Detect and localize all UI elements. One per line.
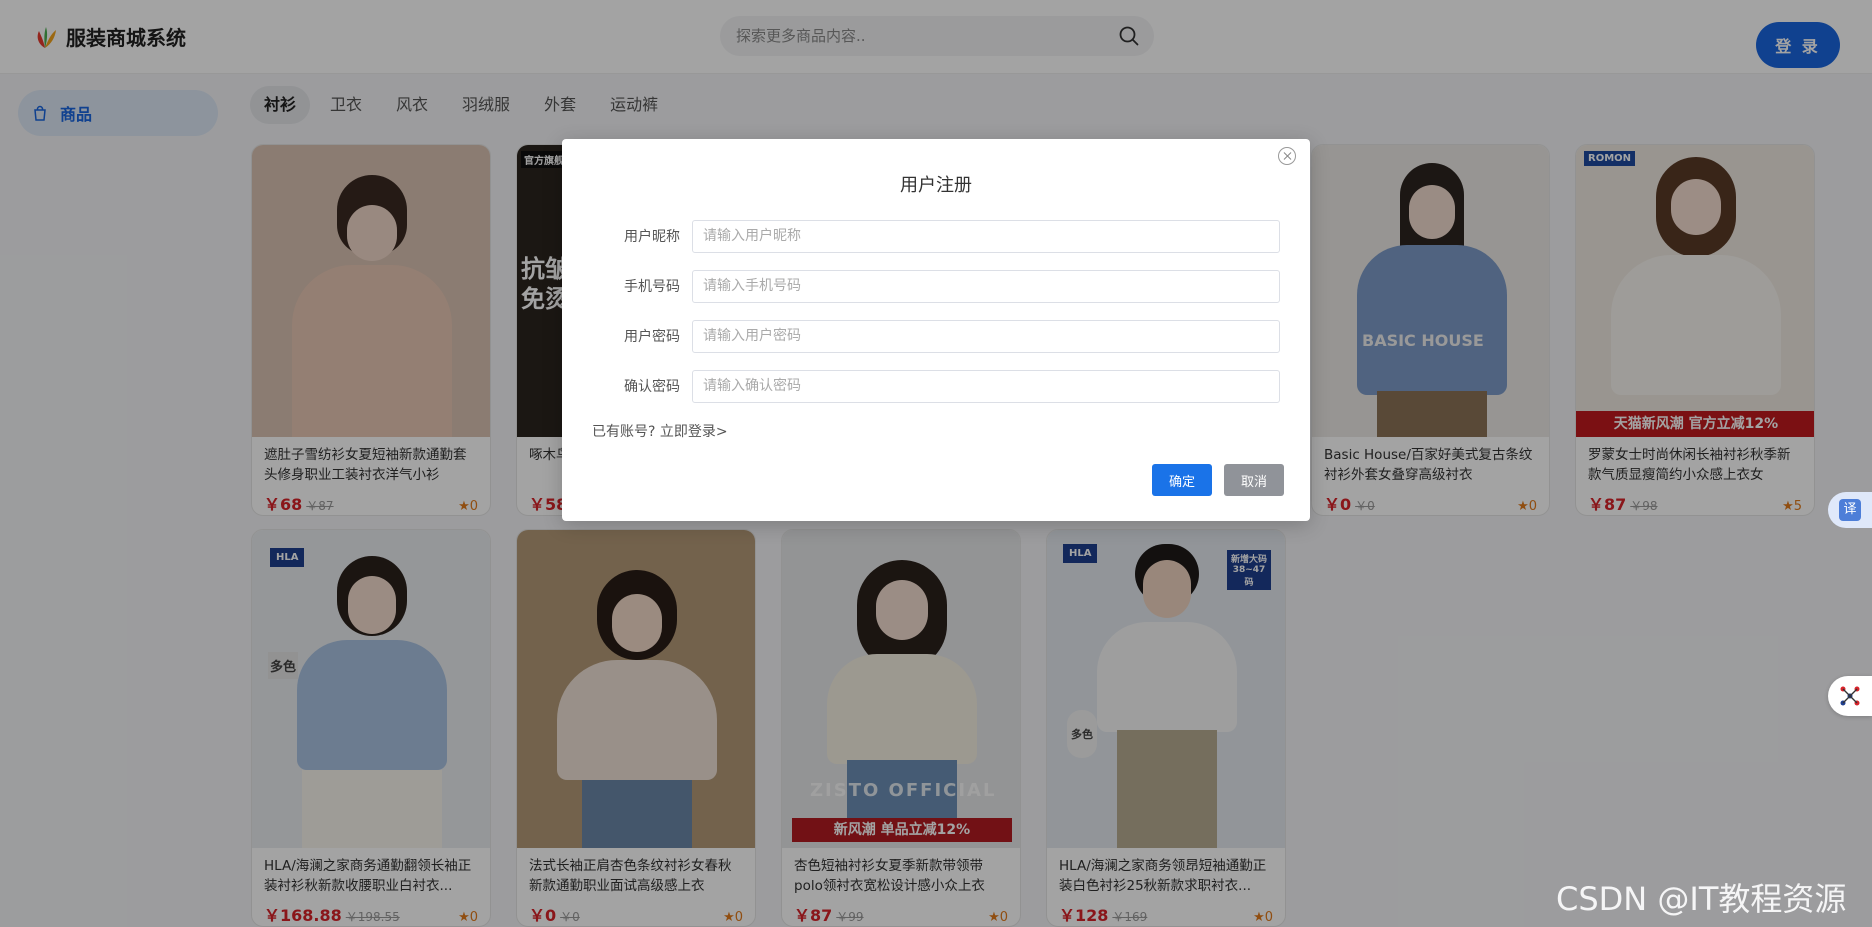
phone-input[interactable] (692, 269, 1280, 303)
password-row: 用户密码 (592, 319, 1282, 353)
nickname-input[interactable] (692, 219, 1280, 253)
watermark: CSDN @IT教程资源 (1556, 880, 1847, 918)
close-icon[interactable] (1278, 147, 1296, 165)
nickname-label: 用户昵称 (624, 229, 680, 245)
phone-label: 手机号码 (624, 279, 680, 295)
translate-button[interactable]: 译 (1828, 492, 1872, 528)
assistant-button[interactable] (1828, 676, 1872, 716)
confirm-button[interactable]: 确定 (1152, 464, 1212, 496)
password-label: 用户密码 (624, 329, 680, 345)
dialog-title: 用户注册 (900, 175, 972, 196)
confirm-password-row: 确认密码 (592, 369, 1282, 403)
nickname-row: 用户昵称 (592, 219, 1282, 253)
login-prompt-text: 已有账号? (592, 424, 656, 440)
confirm-password-input[interactable] (692, 369, 1280, 403)
phone-row: 手机号码 (592, 269, 1282, 303)
confirm-password-label: 确认密码 (624, 379, 680, 395)
register-dialog: 用户注册 用户昵称 手机号码 用户密码 确认密码 已有账号? 立即登录> 确定 … (562, 139, 1310, 521)
login-link[interactable]: 立即登录> (660, 424, 728, 440)
network-icon (1840, 686, 1860, 706)
cancel-button[interactable]: 取消 (1224, 464, 1284, 496)
translate-icon: 译 (1839, 499, 1861, 521)
login-prompt: 已有账号? 立即登录> (592, 421, 728, 441)
password-input[interactable] (692, 319, 1280, 353)
